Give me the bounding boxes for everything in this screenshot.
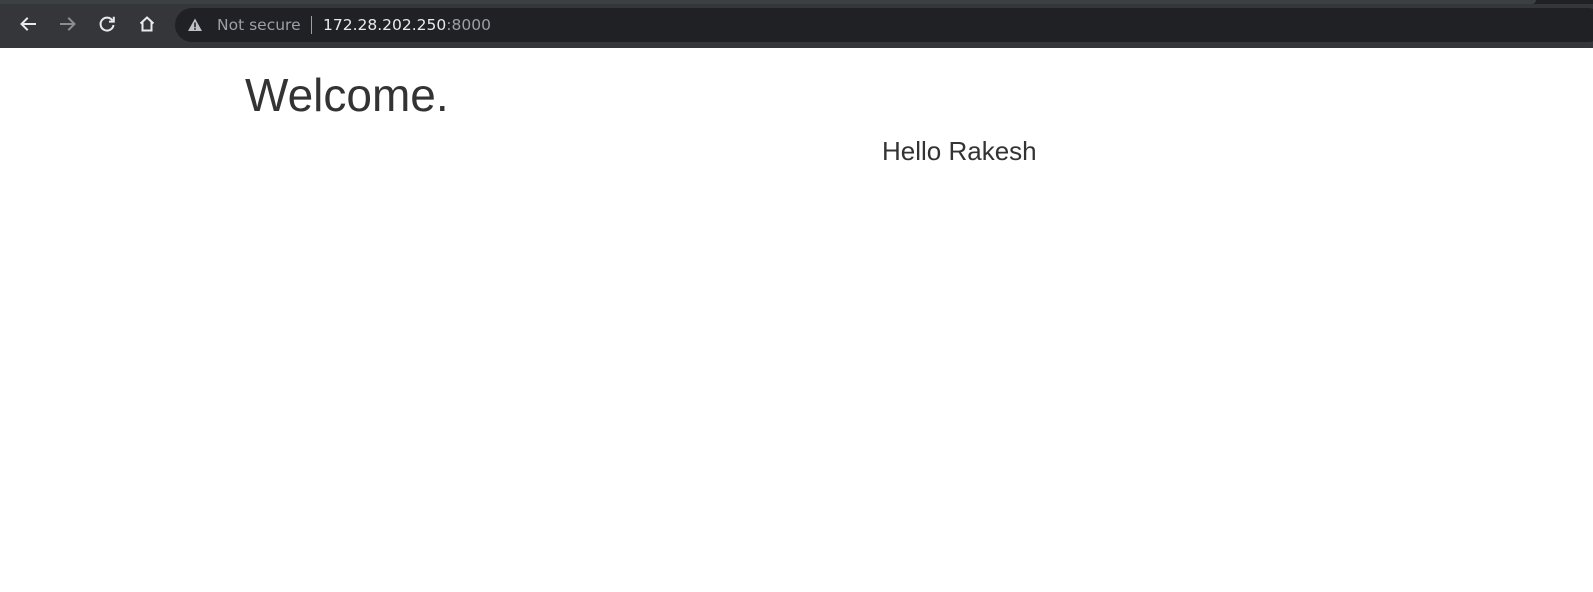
tab-strip — [0, 0, 1593, 4]
url-text[interactable]: 172.28.202.250:8000 — [323, 16, 491, 34]
address-bar[interactable]: Not secure 172.28.202.250:8000 — [175, 8, 1593, 42]
reload-button[interactable] — [93, 10, 121, 38]
greeting-text: Hello Rakesh — [882, 136, 1037, 166]
warning-triangle-icon[interactable] — [187, 17, 203, 33]
url-host: 172.28.202.250 — [323, 16, 447, 34]
arrow-right-icon — [60, 17, 76, 31]
arrow-left-icon — [20, 17, 36, 31]
reload-icon — [99, 16, 115, 32]
url-port: :8000 — [446, 16, 491, 34]
active-tab-edge[interactable] — [0, 0, 1536, 4]
page-title: Welcome. — [245, 69, 449, 121]
forward-button[interactable] — [54, 10, 82, 38]
browser-toolbar: Not secure 172.28.202.250:8000 — [0, 0, 1593, 48]
security-status-label[interactable]: Not secure — [217, 16, 301, 34]
omnibox-divider — [311, 16, 312, 34]
page-content: Welcome. Hello Rakesh — [0, 48, 1593, 592]
back-button[interactable] — [14, 10, 42, 38]
home-icon — [139, 16, 155, 32]
home-button[interactable] — [133, 10, 161, 38]
